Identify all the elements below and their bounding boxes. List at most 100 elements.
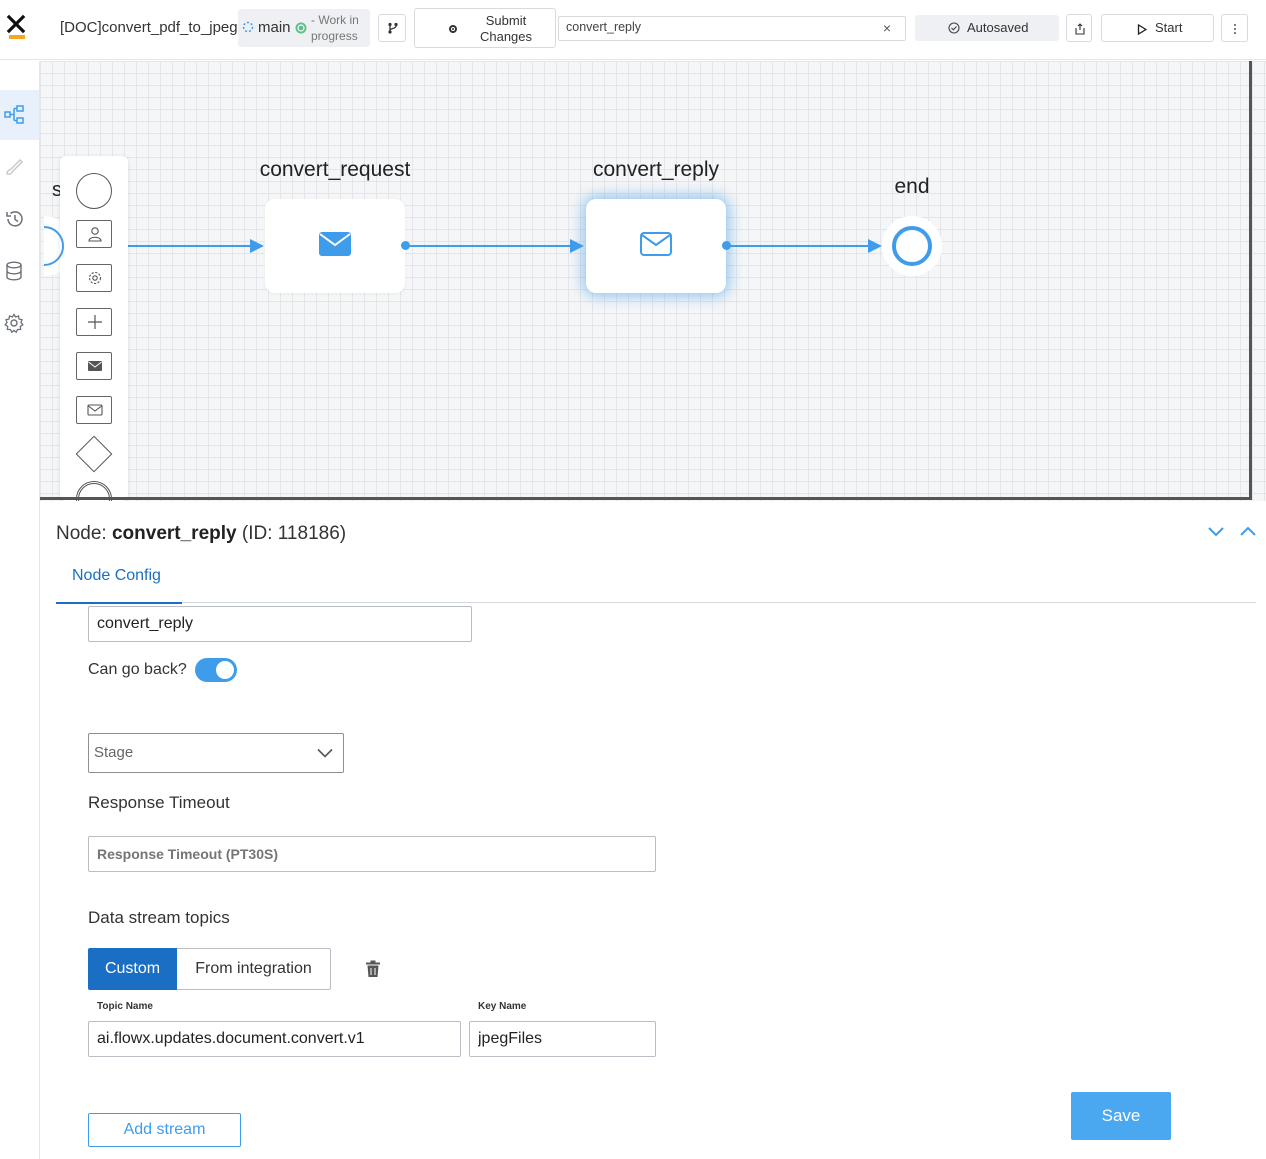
top-bar: [DOC]convert_pdf_to_jpeg main - Work in … bbox=[0, 0, 1266, 60]
history-icon bbox=[6, 211, 23, 227]
topic-name-field[interactable] bbox=[88, 1021, 461, 1057]
node-label-convert-reply: convert_reply bbox=[592, 158, 720, 181]
canvas-border bbox=[1249, 61, 1252, 500]
sidebar-item-process-diagram[interactable] bbox=[0, 90, 39, 140]
start-event-icon[interactable] bbox=[76, 173, 112, 209]
loading-icon bbox=[242, 21, 254, 33]
key-name-field[interactable] bbox=[469, 1021, 656, 1057]
node-name: convert_reply bbox=[111, 523, 237, 544]
arrow-icon bbox=[570, 239, 584, 253]
clear-search-icon[interactable]: × bbox=[883, 20, 891, 36]
brush-icon bbox=[6, 159, 23, 175]
autosaved-status: Autosaved bbox=[915, 15, 1059, 41]
receive-message-icon bbox=[640, 232, 672, 256]
more-dot-icon bbox=[1234, 24, 1236, 26]
node-name-input[interactable] bbox=[97, 607, 463, 641]
sidebar-item-theme[interactable] bbox=[0, 142, 39, 192]
stage-select[interactable]: Stage bbox=[88, 733, 344, 773]
more-options-button[interactable] bbox=[1221, 14, 1248, 42]
more-dot-icon bbox=[1234, 28, 1236, 30]
panel-title: Node: convert_reply (ID: 118186) bbox=[56, 523, 346, 545]
node-label-convert-request: convert_request bbox=[259, 158, 411, 181]
service-task-icon[interactable] bbox=[76, 264, 112, 292]
from-integration-toggle-button[interactable]: From integration bbox=[177, 948, 331, 990]
topic-name-input[interactable] bbox=[97, 1022, 452, 1056]
node-search[interactable]: × bbox=[558, 16, 906, 41]
subprocess-icon[interactable] bbox=[76, 308, 112, 336]
git-fork-icon bbox=[388, 22, 398, 34]
title-prefix: Node: bbox=[56, 523, 107, 544]
send-message-icon[interactable] bbox=[76, 352, 112, 380]
user-task-icon[interactable] bbox=[76, 220, 112, 248]
custom-label: Custom bbox=[104, 960, 161, 977]
sidebar-item-history[interactable] bbox=[0, 194, 39, 244]
can-go-back-label: Can go back? bbox=[88, 661, 187, 678]
branch-status: - Work in progress bbox=[311, 13, 359, 43]
connection-port[interactable] bbox=[722, 241, 731, 250]
submit-label: Submit Changes bbox=[479, 13, 533, 44]
tab-label: Node Config bbox=[72, 567, 161, 584]
sequence-flow[interactable] bbox=[406, 245, 573, 247]
add-stream-button[interactable]: Add stream bbox=[88, 1113, 241, 1147]
sequence-flow[interactable] bbox=[727, 245, 871, 247]
process-canvas[interactable]: s convert_request convert_reply end bbox=[40, 61, 1266, 501]
arrow-icon bbox=[250, 239, 264, 253]
node-properties-panel: Node: convert_reply (ID: 118186) Node Co… bbox=[40, 501, 1266, 1159]
custom-toggle-button[interactable]: Custom bbox=[88, 948, 177, 990]
chevron-down-icon[interactable] bbox=[1207, 525, 1225, 537]
save-button[interactable]: Save bbox=[1071, 1092, 1171, 1140]
receive-message-icon[interactable] bbox=[76, 396, 112, 424]
node-name-field[interactable] bbox=[88, 606, 472, 642]
submit-changes-button[interactable]: Submit Changes bbox=[414, 8, 556, 48]
can-go-back-toggle[interactable] bbox=[195, 658, 237, 682]
node-label-end: end bbox=[894, 175, 930, 198]
settings-icon bbox=[4, 313, 24, 334]
node-convert-reply[interactable] bbox=[586, 199, 726, 293]
end-event[interactable] bbox=[882, 216, 942, 276]
sequence-flow[interactable] bbox=[128, 245, 252, 247]
chevron-down-icon bbox=[317, 748, 333, 758]
branch-fork-button[interactable] bbox=[378, 14, 406, 42]
process-title: [DOC]convert_pdf_to_jpeg bbox=[60, 19, 238, 36]
sidebar-item-data-model[interactable] bbox=[0, 246, 39, 296]
share-icon bbox=[1075, 23, 1085, 35]
autosaved-label: Autosaved bbox=[967, 20, 1029, 35]
tab-node-config[interactable]: Node Config bbox=[56, 555, 182, 605]
arrow-icon bbox=[868, 239, 882, 253]
gateway-icon[interactable] bbox=[75, 435, 113, 473]
trash-icon[interactable] bbox=[365, 960, 381, 978]
tab-divider bbox=[56, 602, 1256, 603]
data-stream-label: Data stream topics bbox=[88, 908, 230, 927]
response-timeout-field[interactable] bbox=[88, 836, 656, 872]
key-name-label: Key Name bbox=[478, 1001, 527, 1012]
start-label: Start bbox=[1155, 20, 1183, 35]
send-message-icon bbox=[319, 232, 351, 256]
share-button[interactable] bbox=[1066, 14, 1092, 42]
node-convert-request[interactable] bbox=[265, 199, 405, 293]
search-input[interactable] bbox=[566, 20, 866, 34]
sidebar-item-settings[interactable] bbox=[0, 298, 39, 348]
topic-name-label: Topic Name bbox=[97, 1001, 153, 1012]
branch-selector[interactable]: main - Work in progress bbox=[238, 9, 370, 47]
key-name-input[interactable] bbox=[478, 1022, 647, 1056]
radio-icon bbox=[449, 25, 457, 33]
connection-port[interactable] bbox=[401, 241, 410, 250]
check-circle-icon bbox=[295, 22, 307, 34]
start-process-button[interactable]: Start bbox=[1101, 14, 1214, 42]
check-circle-icon bbox=[948, 22, 960, 34]
add-stream-label: Add stream bbox=[123, 1121, 206, 1138]
canvas-border bbox=[40, 497, 1252, 500]
left-sidebar bbox=[0, 61, 40, 1159]
branch-name: main bbox=[258, 19, 291, 36]
chevron-up-icon[interactable] bbox=[1239, 525, 1257, 537]
play-icon bbox=[1137, 24, 1147, 35]
response-timeout-input[interactable] bbox=[97, 837, 647, 871]
flowx-logo[interactable] bbox=[6, 14, 28, 40]
element-palette bbox=[60, 156, 128, 501]
database-icon bbox=[6, 261, 22, 281]
tab-active-indicator bbox=[56, 602, 182, 604]
response-timeout-label: Response Timeout bbox=[88, 793, 230, 812]
save-label: Save bbox=[1101, 1106, 1141, 1125]
from-integration-label: From integration bbox=[195, 960, 312, 977]
more-dot-icon bbox=[1234, 32, 1236, 34]
